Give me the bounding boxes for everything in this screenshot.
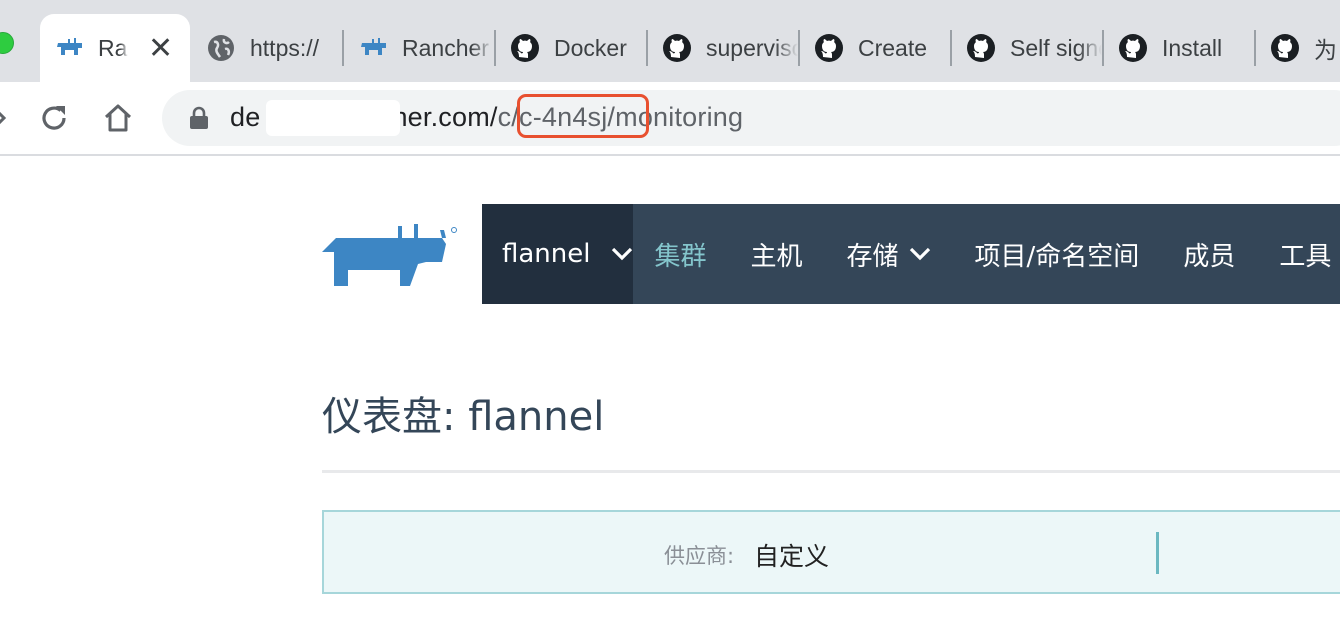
- nav-item-members[interactable]: 成员: [1183, 236, 1235, 273]
- tab-title: Rancher: [98, 34, 128, 61]
- page-title: 仪表盘: flannel: [322, 394, 605, 440]
- window-maximize-button[interactable]: [0, 32, 14, 54]
- reload-icon[interactable]: [38, 102, 70, 134]
- tab-title: Docker: [554, 34, 627, 61]
- nav-item-storage[interactable]: 存储: [847, 236, 931, 273]
- tab-create[interactable]: Create: [800, 16, 950, 80]
- home-icon[interactable]: [102, 102, 134, 134]
- url-cluster-id-highlight: [517, 94, 649, 138]
- tab-title: Rancher: [402, 34, 489, 61]
- main-navbar: flannel 集群 主机 存储 项目/命名空间 成员 工具: [482, 204, 1340, 304]
- info-divider: [1156, 532, 1159, 574]
- forward-icon[interactable]: [0, 108, 8, 128]
- github-icon: [967, 34, 995, 62]
- github-icon: [815, 34, 843, 62]
- globe-icon: [208, 35, 234, 61]
- tab-title: supervisor: [706, 34, 798, 61]
- provider-value: 自定义: [754, 542, 830, 571]
- tab-title: Create: [858, 34, 928, 61]
- tab-title: Install: [1162, 34, 1223, 61]
- tab-rancher-active[interactable]: Rancher ✕: [40, 14, 190, 82]
- tab-supervisor[interactable]: supervisor: [648, 16, 798, 80]
- chevron-down-icon: [909, 247, 930, 261]
- github-icon: [663, 34, 691, 62]
- close-tab-icon[interactable]: ✕: [148, 34, 173, 64]
- chevron-down-icon: [611, 247, 632, 261]
- cluster-name: flannel: [502, 239, 591, 269]
- tab-docker[interactable]: Docker: [496, 16, 646, 80]
- title-divider: [322, 470, 1340, 473]
- rancher-logo[interactable]: [322, 224, 458, 286]
- tab-https[interactable]: https://: [192, 16, 342, 80]
- rancher-icon: [57, 38, 82, 55]
- rancher-icon: [361, 38, 386, 55]
- nav-item-tools[interactable]: 工具: [1279, 236, 1331, 273]
- lock-icon[interactable]: [188, 106, 210, 130]
- github-icon: [1271, 34, 1299, 62]
- tab-title: https://: [250, 34, 320, 61]
- tab-title: Self signed: [1010, 34, 1102, 61]
- tab-last[interactable]: 为: [1256, 16, 1340, 80]
- github-icon: [1119, 34, 1147, 62]
- tab-install[interactable]: Install: [1104, 16, 1254, 80]
- browser-toolbar: de her.com/c/c-4n4sj/monitoring: [0, 82, 1340, 156]
- address-bar[interactable]: de her.com/c/c-4n4sj/monitoring: [162, 90, 1340, 146]
- tab-rancher[interactable]: Rancher: [344, 16, 494, 80]
- github-icon: [511, 34, 539, 62]
- provider-label: 供应商:: [664, 544, 735, 568]
- tab-self-signed[interactable]: Self signed: [952, 16, 1102, 80]
- nav-item-projects-namespaces[interactable]: 项目/命名空间: [975, 236, 1140, 273]
- browser-tab-strip: Rancher ✕ https:// Rancher Docker superv…: [0, 0, 1340, 82]
- redacted-region: [266, 100, 400, 136]
- cluster-info-banner: 供应商: 自定义: [322, 510, 1340, 594]
- tab-title: 为: [1314, 37, 1337, 63]
- nav-item-nodes[interactable]: 主机: [751, 236, 803, 273]
- cluster-switcher[interactable]: flannel: [482, 204, 633, 304]
- nav-item-cluster[interactable]: 集群: [655, 236, 707, 273]
